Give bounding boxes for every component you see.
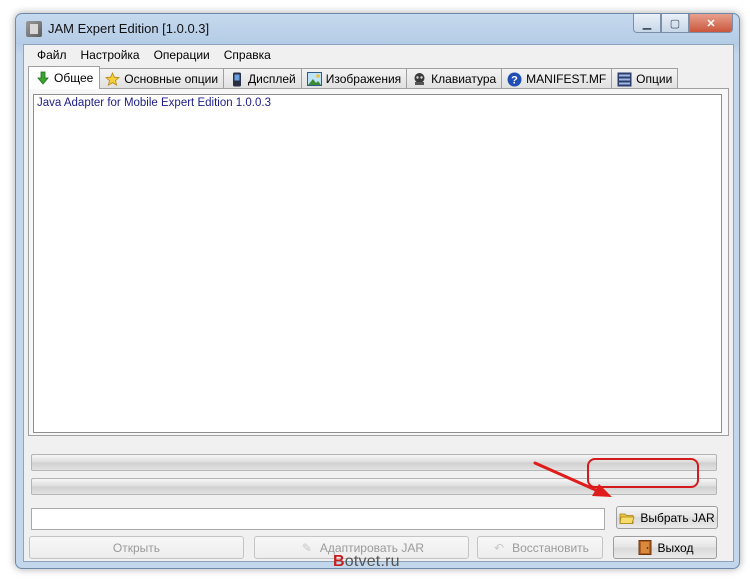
log-textarea[interactable]: Java Adapter for Mobile Expert Edition 1… (33, 94, 722, 433)
maximize-icon: ▢ (669, 17, 681, 30)
menu-help[interactable]: Справка (217, 45, 278, 65)
jar-path-input[interactable] (31, 508, 605, 530)
watermark-initial: B (333, 553, 345, 570)
close-button[interactable]: ✕ (689, 14, 733, 33)
tab-images[interactable]: Изображения (300, 68, 408, 89)
keyboard-icon (412, 72, 427, 87)
menu-bar: Файл Настройка Операции Справка (24, 45, 733, 65)
close-icon: ✕ (706, 17, 716, 30)
tab-basic-options-label: Основные опции (124, 72, 219, 86)
restore-button[interactable]: ↶ Восстановить (477, 536, 603, 559)
minimize-button[interactable]: ▁ (633, 14, 661, 33)
open-button[interactable]: Открыть (29, 536, 244, 559)
watermark: Botvet.ru (333, 553, 400, 571)
title-bar[interactable]: JAM Expert Edition [1.0.0.3] ▁ ▢ ✕ (16, 14, 739, 44)
help-icon: ? (507, 72, 522, 87)
tab-basic-options[interactable]: Основные опции (99, 68, 225, 89)
menu-file[interactable]: Файл (30, 45, 74, 65)
annotation-highlight (587, 458, 699, 488)
tab-strip: Общее Основные опции Дисплей Изображения (28, 66, 679, 89)
restore-icon: ↶ (494, 540, 505, 555)
tab-general-label: Общее (54, 71, 94, 85)
menu-settings[interactable]: Настройка (74, 45, 147, 65)
adapt-icon: ✎ (301, 540, 312, 555)
star-icon (105, 71, 121, 87)
tab-display[interactable]: Дисплей (223, 68, 302, 89)
tab-general[interactable]: Общее (28, 66, 101, 89)
tab-options[interactable]: Опции (611, 68, 679, 89)
tab-options-label: Опции (636, 72, 673, 86)
log-line: Java Adapter for Mobile Expert Edition 1… (37, 97, 271, 109)
app-icon (26, 21, 42, 37)
select-jar-button[interactable]: Выбрать JAR (616, 506, 718, 529)
open-button-label: Открыть (112, 540, 161, 555)
tab-display-label: Дисплей (248, 72, 296, 86)
maximize-button[interactable]: ▢ (661, 14, 689, 33)
tab-keyboard[interactable]: Клавиатура (406, 68, 503, 89)
menu-operations-label: Операции (153, 48, 210, 62)
tab-manifest[interactable]: ? MANIFEST.MF (501, 68, 613, 89)
select-jar-label: Выбрать JAR (640, 510, 715, 525)
menu-help-label: Справка (223, 48, 271, 62)
exit-button[interactable]: Выход (613, 536, 717, 559)
tab-keyboard-label: Клавиатура (431, 72, 497, 86)
phone-icon (229, 72, 244, 87)
menu-settings-label: Настройка (80, 48, 140, 62)
menu-file-label: Файл (37, 48, 67, 62)
green-down-arrow-icon (35, 71, 50, 86)
watermark-text: otvet.ru (344, 553, 400, 570)
exit-button-label: Выход (657, 540, 694, 555)
tab-panel-general: Java Adapter for Mobile Expert Edition 1… (28, 88, 729, 436)
window-title: JAM Expert Edition [1.0.0.3] (48, 21, 210, 36)
restore-button-label: Восстановить (512, 540, 589, 555)
menu-operations[interactable]: Операции (147, 45, 217, 65)
tab-images-label: Изображения (325, 72, 402, 86)
svg-text:?: ? (511, 74, 518, 86)
window-controls: ▁ ▢ ✕ (633, 14, 733, 33)
image-icon (306, 72, 322, 87)
tab-manifest-label: MANIFEST.MF (526, 72, 607, 86)
folder-icon (619, 510, 635, 526)
minimize-icon: ▁ (642, 17, 652, 30)
list-icon (617, 72, 632, 87)
door-exit-icon (637, 540, 653, 556)
